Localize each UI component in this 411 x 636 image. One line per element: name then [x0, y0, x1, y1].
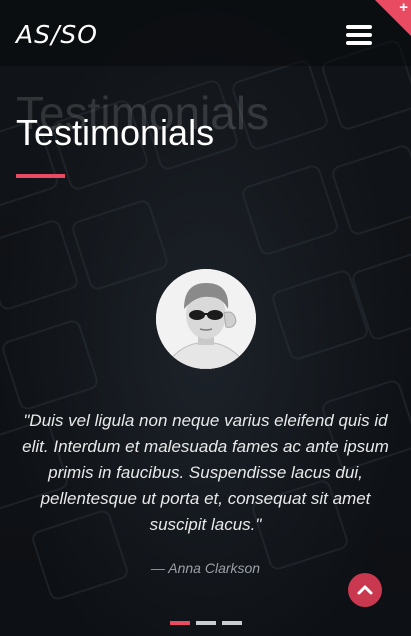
scroll-to-top-button[interactable] — [348, 573, 382, 607]
menu-line — [346, 33, 372, 37]
carousel-dot-2[interactable] — [196, 621, 216, 625]
title-underline — [16, 174, 65, 178]
testimonials-page: AS/SO + Testimonials Testimonials "Duis … — [0, 0, 411, 636]
testimonial-author: — Anna Clarkson — [150, 560, 261, 576]
testimonial-avatar — [156, 269, 256, 369]
menu-line — [346, 25, 372, 29]
carousel-dot-3[interactable] — [222, 621, 242, 625]
person-with-sunglasses-avatar — [156, 269, 256, 369]
site-logo[interactable]: AS/SO — [16, 20, 98, 49]
section-title: Testimonials — [16, 112, 215, 153]
plus-icon: + — [399, 0, 408, 16]
chevron-up-icon — [357, 585, 373, 595]
hamburger-menu-icon[interactable] — [346, 25, 372, 45]
menu-line — [346, 41, 372, 45]
testimonial-quote: "Duis vel ligula non neque varius eleife… — [22, 411, 389, 534]
top-navigation-bar: AS/SO — [0, 0, 411, 66]
corner-plus-button[interactable]: + — [375, 0, 411, 36]
carousel-dot-1[interactable] — [170, 621, 190, 625]
